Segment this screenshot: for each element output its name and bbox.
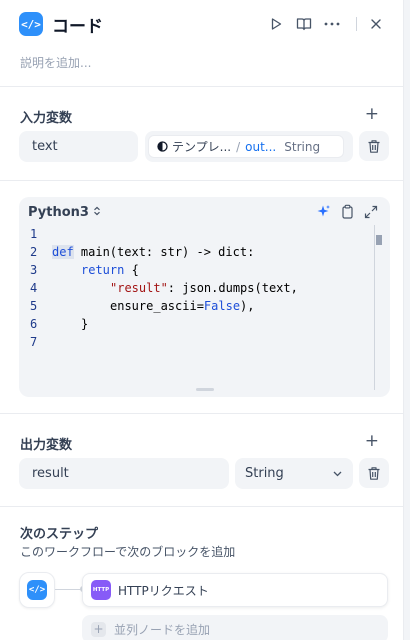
play-icon[interactable] — [262, 13, 290, 35]
output-var-name: result — [32, 466, 69, 481]
editor-actions — [316, 204, 378, 219]
add-output-var-icon[interactable]: + — [365, 433, 379, 450]
line-number: 6 — [30, 317, 38, 331]
output-vars-title: 出力変数 — [20, 438, 73, 453]
delete-output-var-button[interactable] — [359, 458, 389, 488]
line-number: 7 — [30, 335, 38, 349]
code-icon: </> — [27, 580, 47, 600]
code-text: ), — [240, 299, 255, 313]
language-label: Python3 — [28, 205, 89, 220]
add-parallel-node-button[interactable]: + 並列ノードを追加 — [82, 615, 388, 640]
code-icon: </> — [19, 12, 43, 36]
line-number: 2 — [30, 245, 38, 259]
code-node-panel: </> コード 説明を追加... 入力変数 + text テンプレ... / o… — [0, 0, 404, 640]
template-node-icon — [157, 141, 168, 152]
output-var-name-field[interactable]: result — [19, 458, 229, 489]
language-selector[interactable]: Python3 — [28, 205, 101, 220]
node-title[interactable]: コード — [52, 12, 103, 37]
http-icon: HTTP — [91, 580, 111, 600]
divider — [0, 506, 404, 507]
code-keyword: False — [203, 299, 241, 313]
input-var-reference-selector[interactable]: テンプレ... / out... String — [145, 131, 353, 162]
code-line: 7 — [19, 333, 375, 351]
editor-scrollbar-thumb[interactable] — [376, 235, 382, 245]
code-line: 3 return { — [19, 261, 375, 279]
current-node-icon: </> — [19, 572, 55, 608]
code-text: } — [81, 317, 89, 331]
code-line: 6 } — [19, 315, 375, 333]
source-node-name: テンプレ... — [172, 140, 232, 154]
divider — [0, 180, 404, 181]
divider — [0, 413, 404, 414]
editor-resize-handle[interactable] — [196, 388, 214, 391]
line-number: 4 — [30, 281, 38, 295]
add-parallel-label: 並列ノードを追加 — [114, 622, 211, 637]
code-line: 2 def main(text: str) -> dict: — [19, 243, 375, 261]
code-editor[interactable]: Python3 1 2 def main(text: str) -> dict:… — [19, 197, 390, 397]
panel-header: </> コード — [19, 12, 103, 37]
canvas-edge — [404, 0, 410, 640]
chevron-down-icon — [333, 471, 342, 476]
header-actions — [262, 13, 385, 35]
source-variable-type: String — [284, 139, 321, 154]
code-text: main(text: str) -> dict: — [73, 245, 255, 259]
code-string: "result" — [110, 281, 168, 295]
code-keyword: def — [52, 245, 74, 259]
trash-icon — [368, 466, 380, 480]
code-text: : json.dumps(text, — [167, 281, 298, 295]
output-var-type-select[interactable]: String — [235, 458, 353, 489]
input-vars-title: 入力変数 — [20, 111, 73, 126]
source-variable-name: out... — [245, 139, 277, 154]
next-step-title: 次のステップ — [20, 527, 99, 542]
description-input[interactable]: 説明を追加... — [20, 54, 91, 71]
trash-icon — [368, 139, 380, 153]
book-icon[interactable] — [290, 13, 318, 35]
code-line: 5 ensure_ascii= False), — [19, 297, 375, 315]
next-step-subtitle: このワークフローで次のブロックを追加 — [20, 545, 236, 559]
connector-line — [55, 589, 82, 590]
variable-reference-pill: テンプレ... / out... String — [148, 135, 344, 158]
more-icon[interactable] — [318, 13, 346, 35]
editor-scrollbar-track — [374, 225, 375, 390]
line-number: 1 — [30, 227, 38, 241]
next-node-label: HTTPリクエスト — [118, 583, 209, 598]
line-number: 3 — [30, 263, 38, 277]
plus-icon: + — [91, 621, 106, 637]
line-number: 5 — [30, 299, 38, 313]
header-separator — [356, 17, 357, 31]
code-text: { — [124, 263, 139, 277]
code-keyword: return — [81, 263, 125, 277]
code-line: 1 — [19, 225, 375, 243]
copy-icon[interactable] — [341, 204, 354, 219]
ai-sparkle-icon[interactable] — [316, 204, 331, 219]
input-var-name-field[interactable]: text — [19, 131, 138, 162]
divider — [0, 86, 404, 87]
updown-chevron-icon — [94, 206, 101, 216]
expand-icon[interactable] — [364, 205, 378, 219]
close-icon[interactable] — [367, 13, 385, 35]
add-input-var-icon[interactable]: + — [365, 106, 379, 123]
reference-separator: / — [236, 139, 241, 154]
next-node-card[interactable]: HTTP HTTPリクエスト — [82, 573, 388, 607]
delete-input-var-button[interactable] — [359, 131, 389, 161]
input-var-name: text — [32, 139, 58, 154]
code-text: ensure_ascii= — [110, 299, 204, 313]
code-line: 4 "result": json.dumps(text, — [19, 279, 375, 297]
output-var-type: String — [245, 466, 284, 481]
